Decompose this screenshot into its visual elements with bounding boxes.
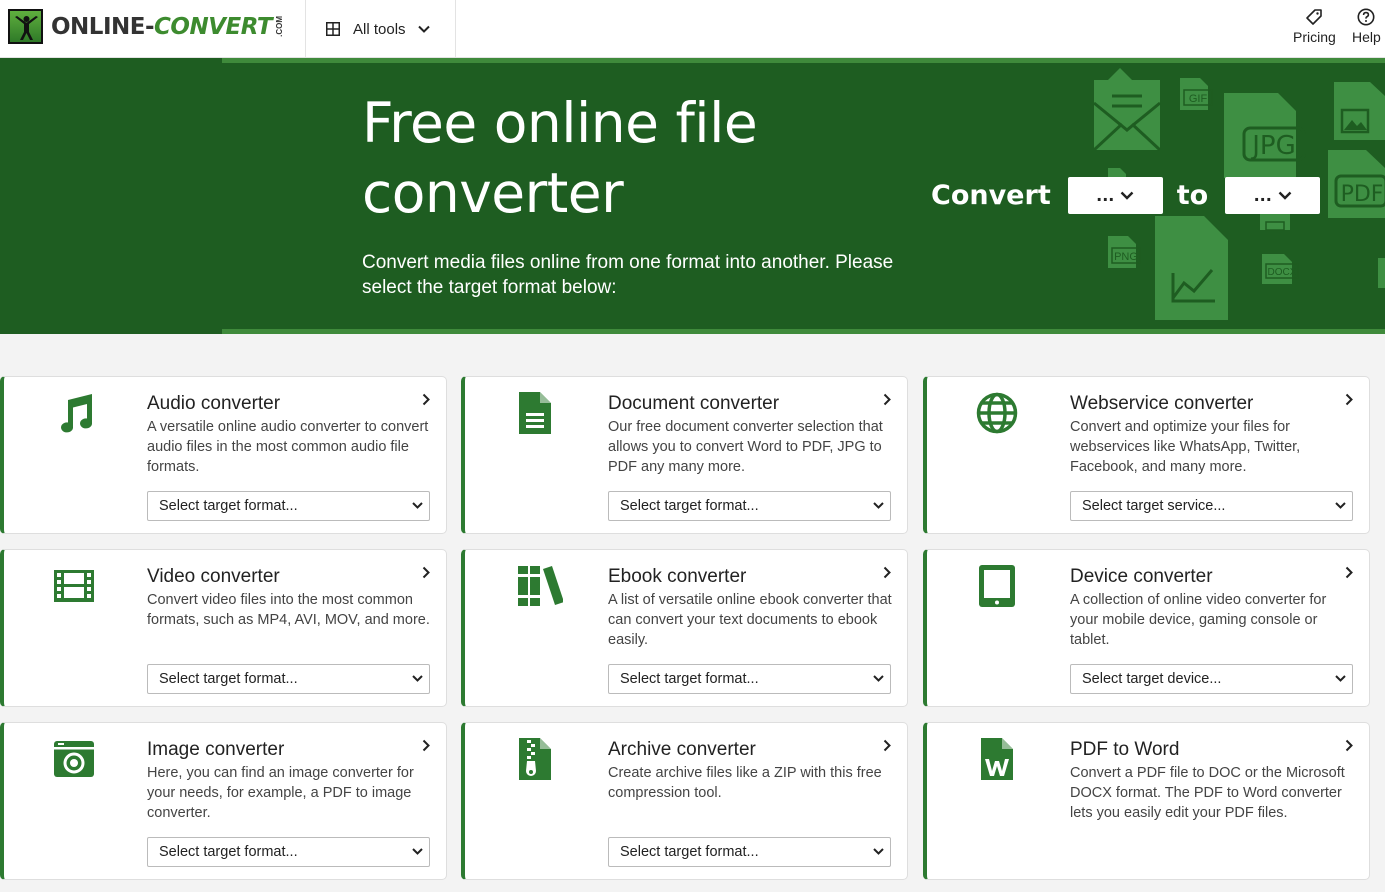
card-description: Convert video files into the most common… <box>147 592 430 628</box>
gif-label: GIF <box>1189 93 1208 105</box>
convert-label: Convert <box>931 180 1051 211</box>
globe-icon <box>976 392 1018 434</box>
chevron-down-icon <box>1335 675 1346 682</box>
target-format-select[interactable]: Select target format... <box>608 837 891 867</box>
card-title: PDF to Word <box>1070 739 1180 760</box>
chevron-down-icon <box>1278 191 1292 200</box>
pricing-label: Pricing <box>1293 29 1336 45</box>
device-converter-card[interactable]: Device converter A collection of online … <box>923 549 1370 707</box>
help-link[interactable]: Help <box>1352 8 1381 45</box>
card-description: A collection of online video converter f… <box>1070 592 1327 648</box>
card-title: Audio converter <box>147 393 281 414</box>
chevron-down-icon <box>412 848 423 855</box>
chevron-right-icon[interactable] <box>883 393 891 406</box>
all-tools-label: All tools <box>353 20 406 38</box>
document-converter-card[interactable]: Document converter Our free document con… <box>461 376 908 534</box>
card-title: Ebook converter <box>608 566 747 587</box>
word-file-icon <box>981 738 1013 780</box>
hero-subtitle: Convert media files online from one form… <box>362 252 894 298</box>
chevron-right-icon[interactable] <box>422 393 430 406</box>
chevron-right-icon[interactable] <box>1345 393 1353 406</box>
pricing-link[interactable]: Pricing <box>1293 8 1336 45</box>
chevron-right-icon[interactable] <box>422 739 430 752</box>
source-format-dropdown[interactable]: ... <box>1067 177 1163 214</box>
card-title: Document converter <box>608 393 780 414</box>
music-note-icon <box>61 394 93 433</box>
chevron-right-icon[interactable] <box>883 566 891 579</box>
card-description: A versatile online audio converter to co… <box>147 419 429 475</box>
target-format-select[interactable]: Select target format... <box>608 664 891 694</box>
archive-converter-card[interactable]: Archive converter Create archive files l… <box>461 722 908 880</box>
books-icon <box>518 566 563 606</box>
chevron-down-icon <box>412 675 423 682</box>
film-icon <box>54 570 94 602</box>
target-format-select[interactable]: Select target format... <box>608 491 891 521</box>
logo-wordmark: ONLINE-CONVERT <box>51 13 273 40</box>
pdf-label: PDF <box>1341 182 1384 207</box>
card-title: Archive converter <box>608 739 756 760</box>
card-description: A list of versatile online ebook convert… <box>608 592 892 648</box>
grid-icon <box>326 22 340 36</box>
target-format-select[interactable]: Select target format... <box>147 664 430 694</box>
target-format-dropdown[interactable]: ... <box>1225 177 1321 214</box>
card-title: Device converter <box>1070 566 1213 587</box>
chevron-down-icon <box>1335 502 1346 509</box>
top-navigation-bar: ONLINE-CONVERT .COM All tools Pricing He… <box>0 0 1385 58</box>
chevron-down-icon <box>1120 191 1134 200</box>
png-label: PNG <box>1114 251 1138 263</box>
chevron-down-icon <box>412 502 423 509</box>
card-title: Video converter <box>147 566 280 587</box>
hero-banner: GIF JPG PDF PNG DOCX Free online file co… <box>0 58 1385 334</box>
video-converter-card[interactable]: Video converter Convert video files into… <box>0 549 447 707</box>
chevron-right-icon[interactable] <box>422 566 430 579</box>
logo-com: .COM <box>275 16 285 37</box>
chevron-right-icon[interactable] <box>883 739 891 752</box>
quick-convert-bar: Convert ... to ... <box>931 177 1334 214</box>
image-converter-card[interactable]: Image converter Here, you can find an im… <box>0 722 447 880</box>
tag-icon <box>1306 9 1323 25</box>
chevron-down-icon <box>417 25 430 33</box>
card-description: Our free document converter selection th… <box>608 419 883 475</box>
logo-icon <box>8 9 43 44</box>
help-icon <box>1357 8 1375 26</box>
chevron-down-icon <box>873 675 884 682</box>
webservice-converter-card[interactable]: Webservice converter Convert and optimiz… <box>923 376 1370 534</box>
audio-converter-card[interactable]: Audio converter A versatile online audio… <box>0 376 447 534</box>
site-logo[interactable]: ONLINE-CONVERT .COM <box>8 9 284 44</box>
zip-file-icon <box>519 738 551 780</box>
jpg-label: JPG <box>1250 131 1296 161</box>
chevron-down-icon <box>873 502 884 509</box>
card-title: Webservice converter <box>1070 393 1254 414</box>
ebook-converter-card[interactable]: Ebook converter A list of versatile onli… <box>461 549 908 707</box>
card-title: Image converter <box>147 739 285 760</box>
all-tools-menu-button[interactable]: All tools <box>305 0 456 58</box>
card-description: Convert a PDF file to DOC or the Microso… <box>1070 765 1345 821</box>
card-description: Here, you can find an image converter fo… <box>147 765 414 821</box>
chevron-right-icon[interactable] <box>1345 739 1353 752</box>
pdf-to-word-card[interactable]: PDF to Word Convert a PDF file to DOC or… <box>923 722 1370 880</box>
help-label: Help <box>1352 29 1381 45</box>
hero-title: Free online file converter <box>362 91 758 225</box>
target-format-select[interactable]: Select target format... <box>147 491 430 521</box>
camera-icon <box>54 741 94 777</box>
target-format-select[interactable]: Select target format... <box>147 837 430 867</box>
chevron-right-icon[interactable] <box>1345 566 1353 579</box>
docx-label: DOCX <box>1268 267 1297 278</box>
card-description: Create archive files like a ZIP with thi… <box>608 765 882 801</box>
to-label: to <box>1176 180 1209 211</box>
target-device-select[interactable]: Select target device... <box>1070 664 1353 694</box>
card-description: Convert and optimize your files for webs… <box>1070 419 1301 475</box>
target-service-select[interactable]: Select target service... <box>1070 491 1353 521</box>
document-icon <box>519 392 551 434</box>
tablet-icon <box>979 565 1015 607</box>
chevron-down-icon <box>873 848 884 855</box>
